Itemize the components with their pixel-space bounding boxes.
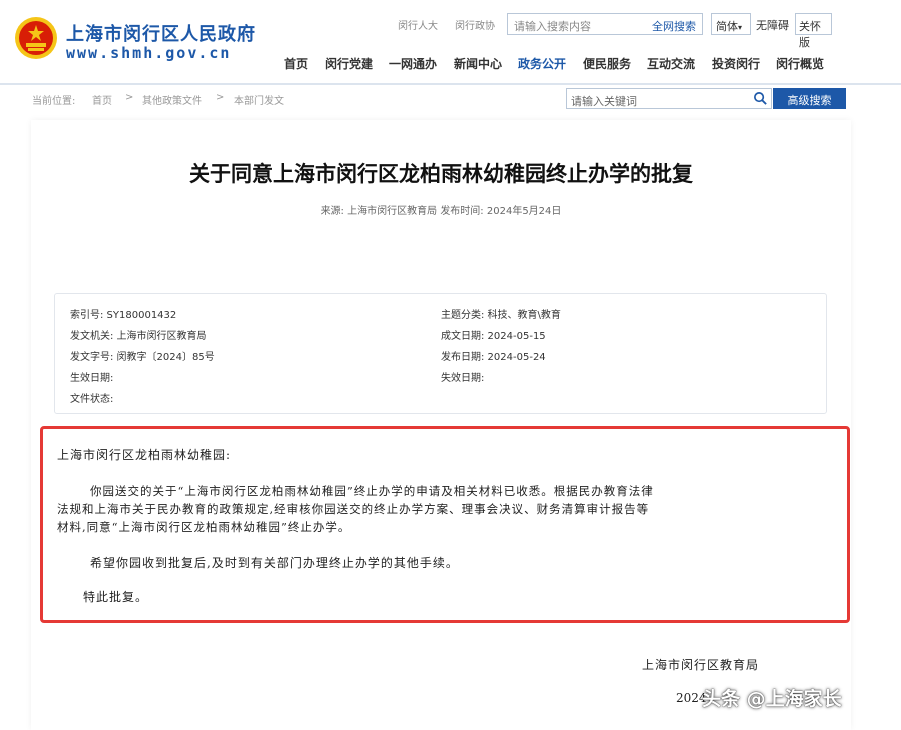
advanced-search-button[interactable]: 高级搜索 xyxy=(773,88,846,109)
info-status: 文件状态: xyxy=(70,394,114,405)
breadcrumb-label: 当前位置: xyxy=(32,96,76,107)
language-dropdown[interactable]: 简体▾ xyxy=(711,13,751,35)
publish-label: 发布时间: xyxy=(440,206,484,217)
info-category: 主题分类: 科技、教育\教育 xyxy=(441,310,561,321)
publish-date: 2024年5月24日 xyxy=(486,206,562,217)
info-written-date: 成文日期: 2024-05-15 xyxy=(441,331,546,342)
nav-services-online[interactable]: 一网通办 xyxy=(389,55,437,72)
info-issuer: 发文机关: 上海市闵行区教育局 xyxy=(70,331,207,342)
source-label: 来源: xyxy=(320,206,344,217)
nav-gov-affairs[interactable]: 政务公开 xyxy=(518,55,566,72)
letter-para1-line1: 你园送交的关于“上海市闵行区龙柏雨林幼稚园”终止办学的申请及相关材料已收悉。根据… xyxy=(90,484,654,498)
source-value: 上海市闵行区教育局 xyxy=(347,206,438,217)
letter-para1-line2: 法规和上海市关于民办教育的政策规定,经审核你园送交的终止办学方案、理事会决议、财… xyxy=(57,502,650,516)
letter-salutation: 上海市闵行区龙柏雨林幼稚园: xyxy=(57,448,232,462)
info-release-date: 发布日期: 2024-05-24 xyxy=(441,352,546,363)
letter-para1-line3: 材料,同意“上海市闵行区龙柏雨林幼稚园”终止办学。 xyxy=(57,520,351,534)
toplink-cppcc[interactable]: 闵行政协 xyxy=(455,17,495,32)
nav-public-services[interactable]: 便民服务 xyxy=(583,55,631,72)
nav-news[interactable]: 新闻中心 xyxy=(454,55,502,72)
info-doc-no: 发文字号: 闵教字〔2024〕85号 xyxy=(70,352,215,363)
nav-home[interactable]: 首页 xyxy=(284,55,308,72)
site-title[interactable]: 上海市闵行区人民政府 xyxy=(66,20,256,46)
page-title: 关于同意上海市闵行区龙柏雨林幼稚园终止办学的批复 xyxy=(189,162,693,186)
watermark: 头条 @上海家长 xyxy=(702,688,842,710)
info-index-no: 索引号: SY180001432 xyxy=(70,310,177,321)
breadcrumb-home[interactable]: 首页 xyxy=(92,92,112,107)
site-search-button[interactable]: 全网搜索 xyxy=(652,18,696,34)
breadcrumb-dept[interactable]: 本部门发文 xyxy=(234,92,284,107)
site-search-input[interactable]: 请输入搜索内容 全网搜索 xyxy=(507,13,703,35)
article-meta: 来源: 上海市闵行区教育局 发布时间: 2024年5月24日 xyxy=(0,202,882,217)
nav-party[interactable]: 闵行党建 xyxy=(325,55,373,72)
search-icon[interactable] xyxy=(753,91,768,106)
site-search-placeholder: 请输入搜索内容 xyxy=(514,20,591,33)
signature: 上海市闵行区教育局 xyxy=(642,658,760,672)
chevron-down-icon: ▾ xyxy=(738,23,743,32)
accessibility-button[interactable]: 无障碍 xyxy=(756,13,789,35)
info-expiry-date: 失效日期: xyxy=(441,373,485,384)
national-emblem-icon xyxy=(15,17,57,59)
toplink-npc[interactable]: 闵行人大 xyxy=(398,17,438,32)
info-effective-date: 生效日期: xyxy=(70,373,114,384)
site-header: 上海市闵行区人民政府 www.shmh.gov.cn 闵行人大 闵行政协 请输入… xyxy=(0,0,901,82)
letter-para3: 特此批复。 xyxy=(83,590,149,604)
keyword-placeholder: 请输入关键词 xyxy=(571,95,637,108)
site-url[interactable]: www.shmh.gov.cn xyxy=(66,44,231,62)
care-mode-button[interactable]: 关怀版 xyxy=(795,13,832,49)
breadcrumb-policy[interactable]: 其他政策文件 xyxy=(142,92,202,107)
breadcrumb-separator: > xyxy=(216,92,225,103)
keyword-search-input[interactable]: 请输入关键词 xyxy=(566,88,772,109)
letter-para2: 希望你园收到批复后,及时到有关部门办理终止办学的其他手续。 xyxy=(90,556,459,570)
nav-interaction[interactable]: 互动交流 xyxy=(647,55,695,72)
language-label: 简体 xyxy=(716,20,738,33)
nav-invest[interactable]: 投资闵行 xyxy=(712,55,760,72)
header-divider xyxy=(0,83,901,85)
breadcrumb-separator: > xyxy=(125,92,134,103)
nav-overview[interactable]: 闵行概览 xyxy=(776,55,824,72)
